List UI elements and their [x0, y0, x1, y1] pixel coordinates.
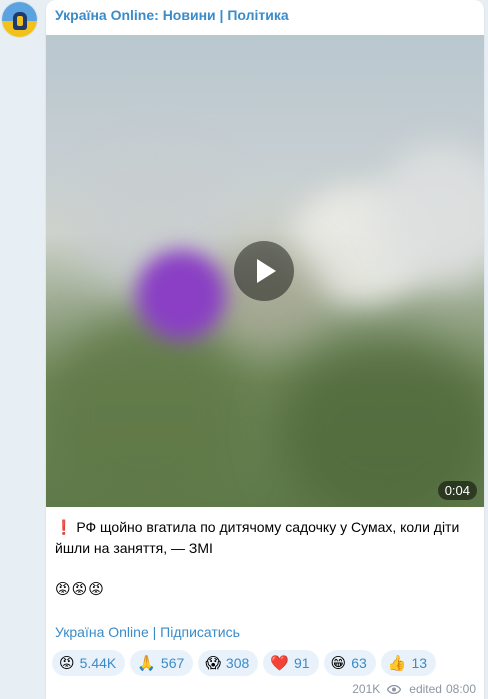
post-emoji-line: 😡😡😡 [55, 581, 105, 598]
channel-name[interactable]: Україна Online: Новини | Політика [55, 7, 289, 23]
view-count: 201K [352, 682, 381, 696]
trident-logo-icon [13, 12, 27, 30]
reaction-heart[interactable]: ❤️ 91 [263, 650, 319, 676]
channel-avatar[interactable] [2, 2, 37, 37]
reactions-bar: 😡 5.44K 🙏 567 😱 308 ❤️ 91 😁 63 👍 13 [52, 650, 437, 676]
reaction-angry[interactable]: 😡 5.44K [52, 650, 126, 676]
subscribe-link[interactable]: Україна Online | Підписатись [55, 624, 240, 640]
reaction-count: 13 [411, 655, 428, 671]
reaction-count: 5.44K [79, 655, 117, 671]
reaction-grin[interactable]: 😁 63 [323, 650, 376, 676]
post-text-body: РФ щойно вгатила по дитячому садочку у С… [55, 519, 460, 556]
angry-face-icon: 😡 [59, 655, 75, 672]
grinning-face-icon: 😁 [330, 655, 347, 672]
edited-label: edited [409, 682, 442, 696]
exclamation-icon: ❗️ [55, 519, 73, 535]
red-heart-icon: ❤️ [270, 655, 289, 672]
eye-icon [387, 684, 402, 694]
play-icon [257, 259, 276, 283]
message-time: 08:00 [445, 682, 476, 696]
reaction-pray[interactable]: 🙏 567 [130, 650, 194, 676]
folded-hands-icon: 🙏 [137, 655, 156, 672]
reaction-count: 91 [293, 655, 310, 671]
play-button[interactable] [234, 241, 294, 301]
reaction-count: 63 [351, 655, 367, 671]
video-preview[interactable]: 0:04 [46, 35, 484, 507]
post-text: ❗️ РФ щойно вгатила по дитячому садочку … [55, 517, 475, 559]
video-duration: 0:04 [437, 481, 477, 500]
thumbs-up-icon: 👍 [387, 655, 407, 672]
message-bubble: Україна Online: Новини | Політика 0:04 ❗… [46, 0, 484, 699]
reaction-scream[interactable]: 😱 308 [198, 650, 259, 676]
reaction-count: 308 [225, 655, 250, 671]
reaction-thumbs-up[interactable]: 👍 13 [380, 650, 437, 676]
reaction-count: 567 [160, 655, 185, 671]
screaming-face-icon: 😱 [205, 655, 221, 672]
message-meta: 201K edited 08:00 [352, 682, 476, 696]
